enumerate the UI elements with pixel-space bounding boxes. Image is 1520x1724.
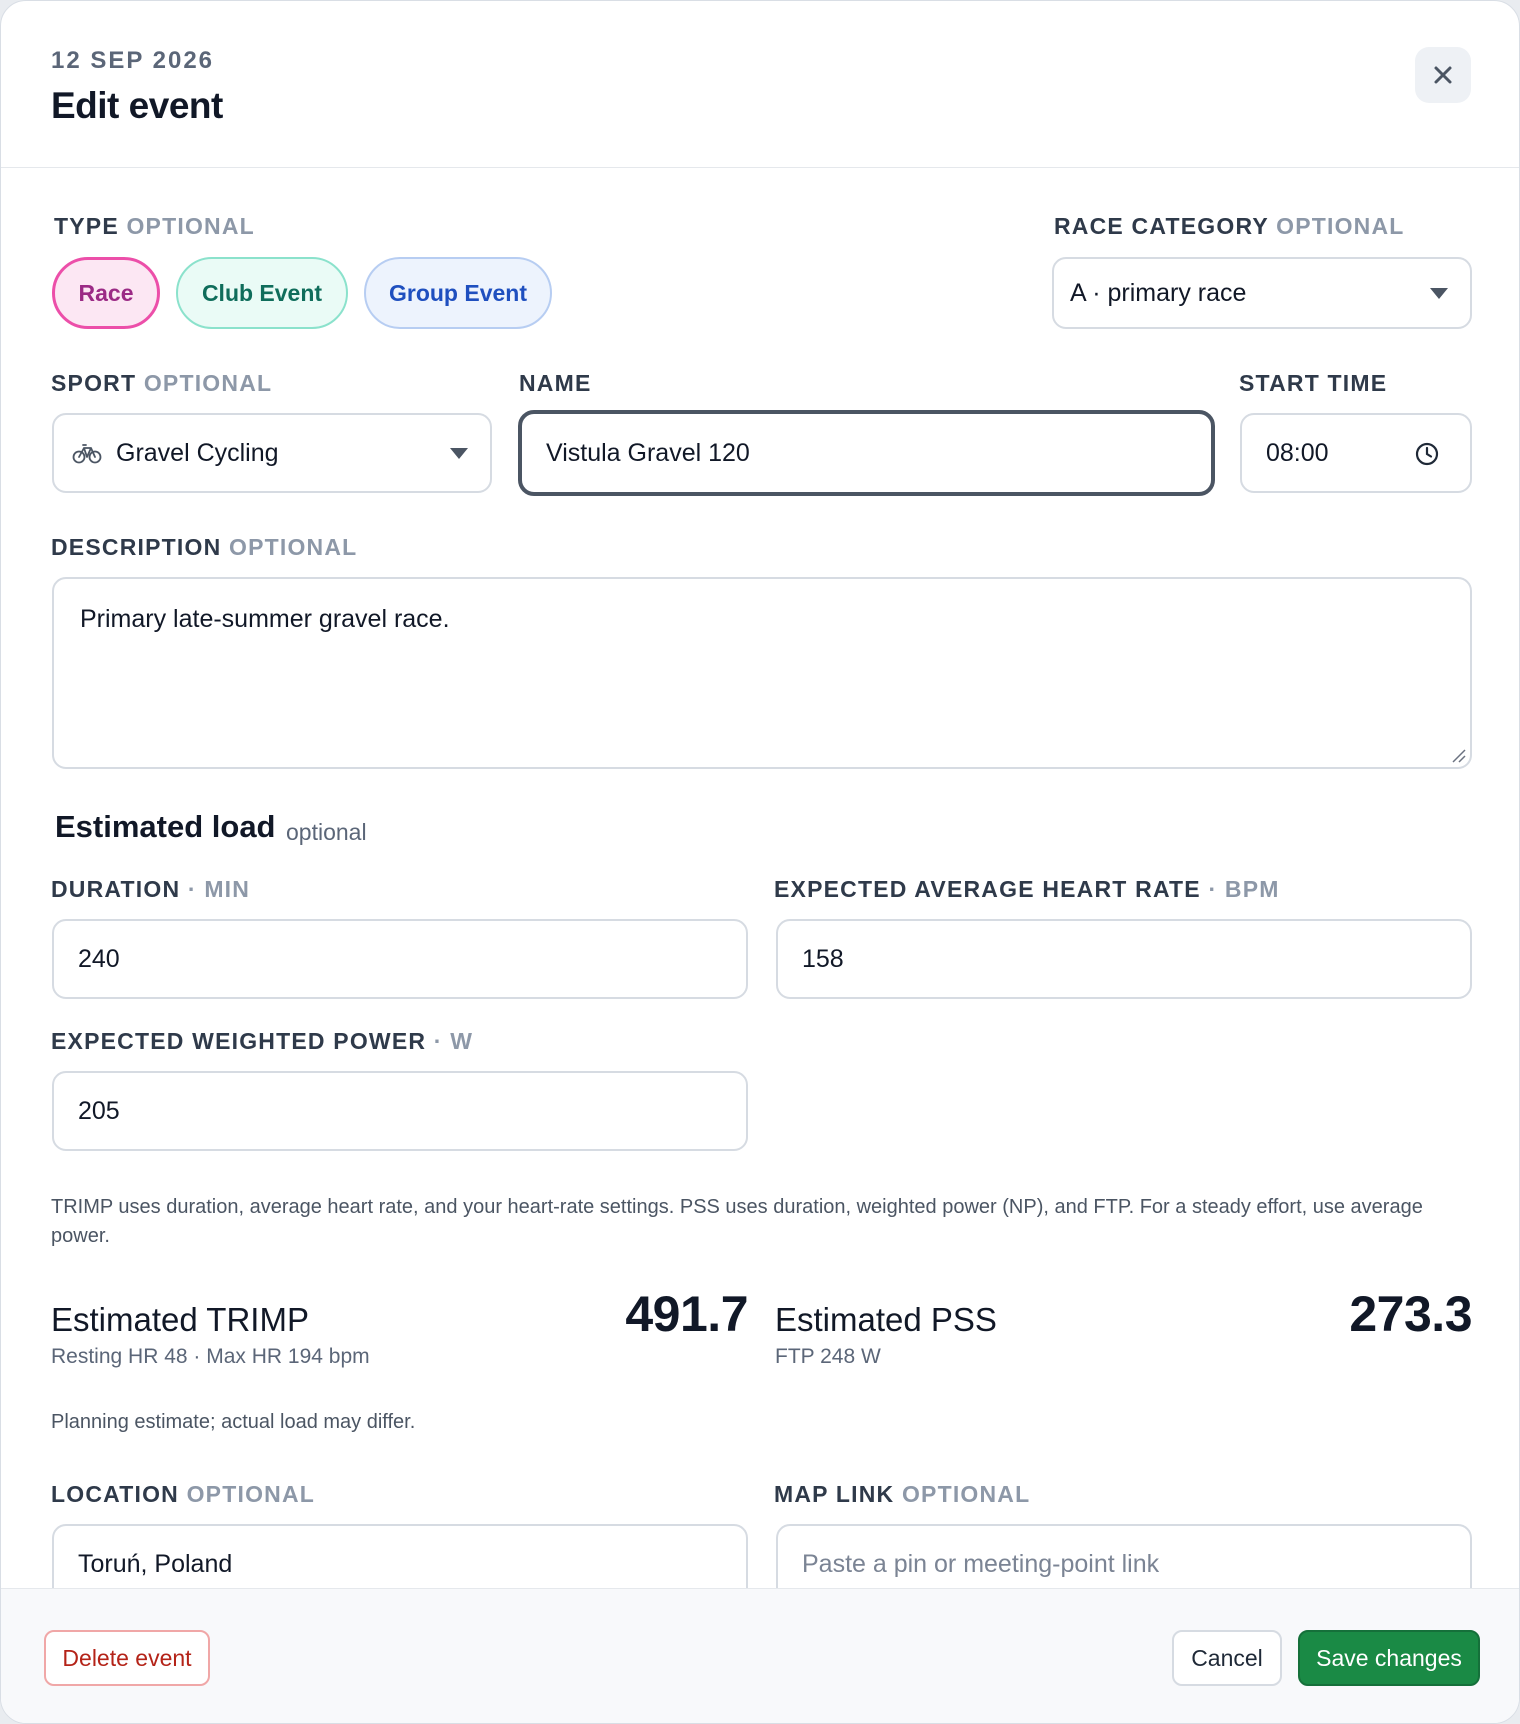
start-time-label: START TIME bbox=[1239, 370, 1388, 396]
duration-value: 240 bbox=[78, 944, 120, 973]
clock-icon[interactable] bbox=[1414, 441, 1440, 467]
type-club-event-pill[interactable]: Club Event bbox=[176, 257, 348, 329]
modal-header: 12 SEP 2026 Edit event bbox=[1, 1, 1519, 168]
race-category-select[interactable]: A · primary race bbox=[1052, 257, 1472, 329]
weighted-power-input[interactable]: 205 bbox=[52, 1071, 748, 1151]
modal-footer: Delete event Cancel Save changes bbox=[1, 1588, 1519, 1723]
pss-value: 273.3 bbox=[1349, 1286, 1472, 1342]
edit-event-modal: 12 SEP 2026 Edit event TYPE OPTIONAL Rac… bbox=[0, 0, 1520, 1724]
delete-event-button[interactable]: Delete event bbox=[44, 1630, 210, 1686]
avg-heart-rate-unit: · BPM bbox=[1208, 876, 1280, 902]
close-icon bbox=[1434, 66, 1452, 84]
location-label-text: LOCATION bbox=[51, 1481, 179, 1507]
resize-handle-icon[interactable] bbox=[1450, 747, 1466, 763]
event-date: 12 SEP 2026 bbox=[51, 47, 215, 74]
type-label-text: TYPE bbox=[54, 213, 119, 239]
save-changes-button[interactable]: Save changes bbox=[1298, 1630, 1480, 1686]
avg-heart-rate-input[interactable]: 158 bbox=[776, 919, 1472, 999]
duration-input[interactable]: 240 bbox=[52, 919, 748, 999]
description-value: Primary late-summer gravel race. bbox=[80, 605, 450, 633]
avg-heart-rate-label-text: EXPECTED AVERAGE HEART RATE bbox=[774, 876, 1201, 902]
type-label: TYPE OPTIONAL bbox=[54, 213, 255, 240]
weighted-power-unit: · W bbox=[433, 1028, 474, 1054]
type-optional: OPTIONAL bbox=[126, 213, 255, 239]
race-category-value: A · primary race bbox=[1070, 278, 1247, 307]
map-link-label: MAP LINK OPTIONAL bbox=[774, 1481, 1030, 1508]
type-race-pill[interactable]: Race bbox=[52, 257, 160, 329]
map-link-label-text: MAP LINK bbox=[774, 1481, 895, 1507]
map-link-optional: OPTIONAL bbox=[901, 1481, 1031, 1507]
sport-label-text: SPORT bbox=[51, 370, 137, 396]
map-link-placeholder: Paste a pin or meeting-point link bbox=[802, 1549, 1160, 1578]
weighted-power-label-text: EXPECTED WEIGHTED POWER bbox=[51, 1028, 427, 1054]
modal-title: Edit event bbox=[51, 85, 223, 126]
sport-select[interactable]: Gravel Cycling bbox=[52, 413, 492, 493]
pss-subtext: FTP 248 W bbox=[775, 1345, 881, 1368]
sport-optional: OPTIONAL bbox=[143, 370, 273, 396]
duration-label-text: DURATION bbox=[51, 876, 181, 902]
estimated-load-optional: optional bbox=[286, 819, 367, 845]
location-label: LOCATION OPTIONAL bbox=[51, 1481, 315, 1508]
description-label-text: DESCRIPTION bbox=[51, 534, 222, 560]
cancel-button[interactable]: Cancel bbox=[1172, 1630, 1282, 1686]
planning-note: Planning estimate; actual load may diffe… bbox=[51, 1411, 416, 1433]
race-category-label: RACE CATEGORY OPTIONAL bbox=[1054, 213, 1405, 240]
description-label: DESCRIPTION OPTIONAL bbox=[51, 534, 357, 561]
name-input[interactable]: Vistula Gravel 120 bbox=[518, 410, 1215, 496]
weighted-power-label: EXPECTED WEIGHTED POWER · W bbox=[51, 1028, 473, 1055]
start-time-value: 08:00 bbox=[1266, 438, 1329, 467]
chevron-down-icon bbox=[450, 448, 468, 459]
duration-unit: · MIN bbox=[187, 876, 251, 902]
location-optional: OPTIONAL bbox=[186, 1481, 316, 1507]
avg-heart-rate-label: EXPECTED AVERAGE HEART RATE · BPM bbox=[774, 876, 1280, 903]
sport-label: SPORT OPTIONAL bbox=[51, 370, 272, 397]
race-category-label-text: RACE CATEGORY bbox=[1054, 213, 1269, 239]
avg-heart-rate-value: 158 bbox=[802, 944, 844, 973]
estimated-load-title: Estimated load bbox=[55, 809, 276, 844]
chevron-down-icon bbox=[1430, 288, 1448, 299]
bicycle-icon bbox=[72, 444, 102, 464]
type-group-event-pill[interactable]: Group Event bbox=[364, 257, 552, 329]
trimp-value: 491.7 bbox=[625, 1286, 748, 1342]
close-button[interactable] bbox=[1415, 47, 1471, 103]
location-value: Toruń, Poland bbox=[78, 1549, 233, 1578]
description-textarea[interactable]: Primary late-summer gravel race. bbox=[52, 577, 1472, 769]
load-help-text: TRIMP uses duration, average heart rate,… bbox=[51, 1196, 1423, 1247]
weighted-power-value: 205 bbox=[78, 1096, 120, 1125]
race-category-optional: OPTIONAL bbox=[1276, 213, 1405, 239]
start-time-input[interactable]: 08:00 bbox=[1240, 413, 1472, 493]
duration-label: DURATION · MIN bbox=[51, 876, 250, 903]
name-label: NAME bbox=[519, 370, 592, 396]
trimp-subtext: Resting HR 48 · Max HR 194 bpm bbox=[51, 1345, 370, 1368]
description-optional: OPTIONAL bbox=[228, 534, 358, 560]
name-value: Vistula Gravel 120 bbox=[546, 438, 750, 467]
trimp-title: Estimated TRIMP bbox=[51, 1301, 309, 1338]
pss-title: Estimated PSS bbox=[775, 1301, 997, 1338]
sport-value: Gravel Cycling bbox=[116, 438, 279, 467]
